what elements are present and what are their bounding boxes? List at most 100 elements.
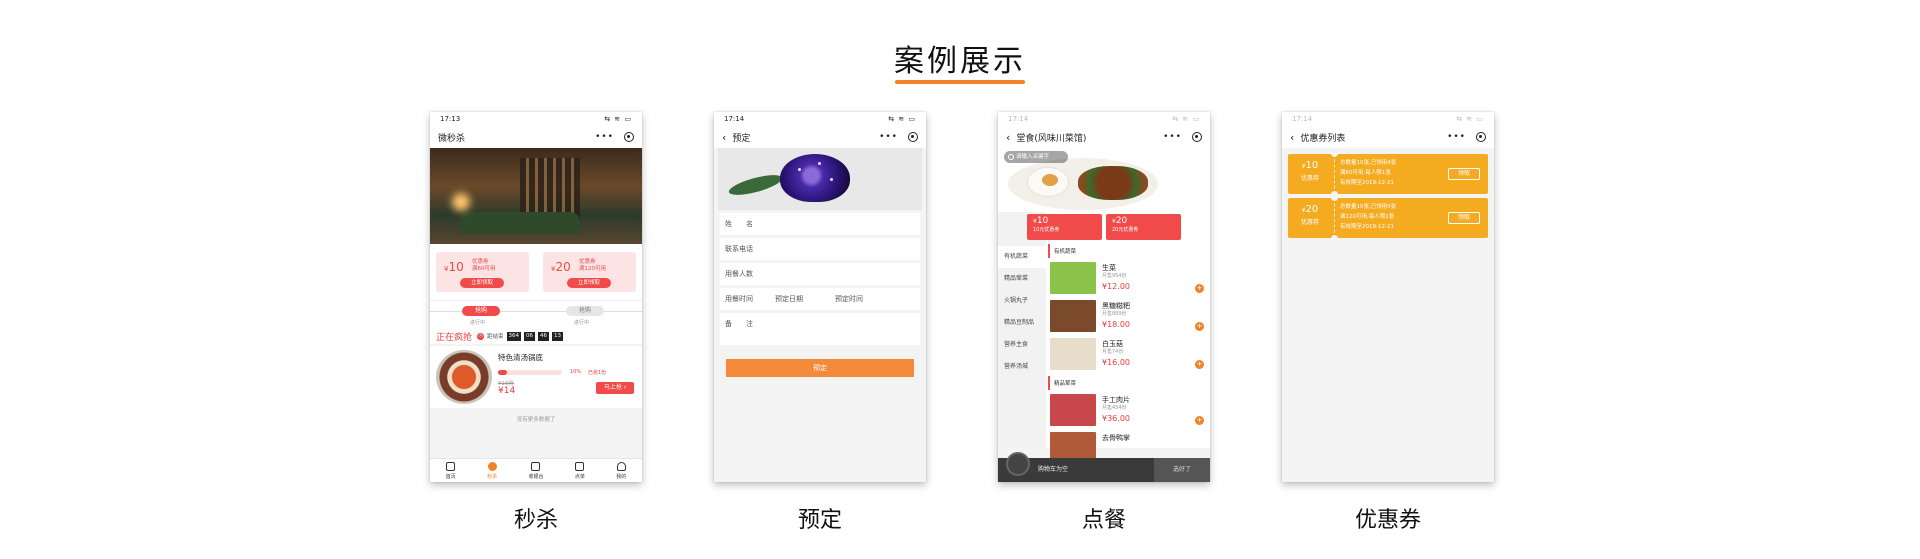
clock-icon: ◷: [477, 332, 485, 340]
more-icon[interactable]: •••: [1163, 132, 1182, 142]
tab-cashier[interactable]: 收银台: [528, 461, 543, 480]
coupon-amount: 20: [1305, 204, 1319, 215]
more-icon[interactable]: •••: [879, 132, 898, 142]
coupon-kind: 优惠券: [1300, 175, 1319, 182]
order-coupons: ¥10 10元优惠券 ¥20 20元优惠券: [998, 212, 1210, 240]
coupon-amount: 20: [555, 260, 571, 274]
page-title: 堂食(风味川菜馆): [1016, 133, 1087, 144]
close-capsule-icon[interactable]: [1476, 132, 1486, 142]
close-capsule-icon[interactable]: [624, 132, 634, 142]
dish-sales: 月售889份: [1102, 311, 1127, 317]
caption-coupons: 优惠券: [1354, 508, 1421, 533]
memo-field[interactable]: 备 注: [720, 313, 920, 345]
dish-item: 白玉菇 月售74份 ¥16.00 +: [1046, 336, 1210, 374]
add-to-cart-icon[interactable]: +: [1195, 322, 1204, 331]
date-picker[interactable]: 预定日期: [775, 294, 803, 304]
nav-bar: ‹ 堂食(风味川菜馆) •••: [998, 126, 1210, 148]
countdown-days: 364: [506, 331, 522, 341]
no-more-text: 没有更多数据了: [516, 417, 556, 423]
showcase-page: 案例展示 17:13 ⇆ ≋ ▭ 微秒杀 ••• ¥10 优惠券 满60可用 立即…: [0, 0, 1920, 559]
camera-icon: [531, 461, 541, 471]
coupon-expiry: 有效期至2019-12-21: [1340, 180, 1394, 186]
category-item[interactable]: 精品豆制品: [998, 312, 1046, 334]
time-label: 用餐时间: [725, 295, 753, 303]
tab-seckill[interactable]: 秒杀: [487, 461, 497, 480]
checkout-button[interactable]: 选好了: [1154, 458, 1210, 482]
status-bar: 17:14 ⇆ ≋ ▭: [714, 112, 926, 126]
dish-image: [1050, 300, 1096, 332]
coupon-expiry: 有效期至2019-12-21: [1340, 224, 1394, 230]
tab-order[interactable]: 点单: [575, 461, 585, 480]
phone-field[interactable]: 联系电话: [720, 238, 920, 260]
coupon-card: ¥20 优惠券 满120可用 立即领取: [543, 252, 636, 292]
session-tab[interactable]: 抢购: [566, 306, 604, 316]
coupon-row: ¥10 优惠券 满60可用 立即领取 ¥20 优惠券 满120可用 立即领取: [430, 244, 642, 300]
back-icon[interactable]: ‹: [1006, 131, 1010, 144]
category-item[interactable]: 营养汤城: [998, 356, 1046, 378]
time-picker[interactable]: 预定时间: [835, 294, 863, 304]
phone-reserve: 17:14 ⇆ ≋ ▭ ‹ 预定 ••• 姓 名 联系电话 用餐人数 用餐时间 …: [714, 112, 926, 482]
close-capsule-icon[interactable]: [1192, 132, 1202, 142]
coupon-rule: 满60可用,每人限1张: [1340, 170, 1391, 176]
name-field[interactable]: 姓 名: [720, 213, 920, 235]
cart-summary[interactable]: 购物车为空: [998, 452, 1154, 482]
buy-now-button[interactable]: 马上抢 ›: [596, 382, 634, 394]
add-to-cart-icon[interactable]: +: [1195, 284, 1204, 293]
category-item[interactable]: 营养主食: [998, 334, 1046, 356]
dish-item: 生菜 月售954份 ¥12.00 +: [1046, 260, 1210, 298]
coupon-card: ¥10 优惠券 总数量10张,已领用4张 满60可用,每人限1张 有效期至2019…: [1288, 150, 1488, 198]
dish-image: [1050, 338, 1096, 370]
dish-price: ¥12.00: [1102, 282, 1130, 291]
countdown-row: 正在疯抢 ◷ 距结束 364 06 46 13: [430, 328, 642, 344]
claim-coupon-button[interactable]: 立即领取: [460, 278, 504, 288]
dish-image: [1050, 394, 1096, 426]
signal-battery-icon: ⇆ ≋ ▭: [888, 115, 916, 123]
more-icon[interactable]: •••: [595, 132, 614, 142]
coupon-rule: 满120可用: [579, 266, 606, 272]
seckill-session-tabs: 抢购 进行中 抢购 进行中: [430, 300, 642, 328]
people-field[interactable]: 用餐人数: [720, 263, 920, 285]
bottom-tab-bar: 首页 秒杀 收银台 点单 我的: [430, 458, 642, 482]
countdown-minutes: 46: [538, 331, 550, 341]
dish-name: 去骨鸭掌: [1102, 434, 1130, 442]
user-icon: [616, 461, 626, 471]
add-to-cart-icon[interactable]: +: [1195, 416, 1204, 425]
add-to-cart-icon[interactable]: +: [1195, 360, 1204, 369]
category-item[interactable]: 有机蔬菜: [998, 246, 1046, 268]
signal-battery-icon: ⇆ ≋ ▭: [1172, 115, 1200, 123]
page-title: 微秒杀: [438, 133, 466, 144]
cart-icon: [1006, 452, 1030, 476]
time-field: 用餐时间 预定日期 预定时间: [720, 288, 920, 310]
dish-list: ¥10 10元优惠券 ¥20 20元优惠券 有机蔬菜 生菜 月售954份 ¥12.0…: [1027, 212, 1210, 464]
close-capsule-icon[interactable]: [908, 132, 918, 142]
reserve-submit-button[interactable]: 预定: [726, 359, 914, 377]
back-icon[interactable]: ‹: [1290, 131, 1294, 144]
deal-item[interactable]: 特色清汤锅底 10% 已抢1份 ¥16份 ¥14 马上抢 ›: [430, 346, 642, 408]
session-tab-sub: 进行中: [574, 320, 590, 326]
claim-button[interactable]: 领取: [1448, 212, 1480, 224]
coupon-list: ¥10 优惠券 总数量10张,已领用4张 满60可用,每人限1张 有效期至2019…: [1282, 148, 1494, 242]
caption-reserve: 预定: [797, 508, 842, 533]
category-item[interactable]: 火锅丸子: [998, 290, 1046, 312]
dish-price: ¥36.00: [1102, 414, 1130, 423]
back-icon[interactable]: ‹: [722, 131, 726, 144]
claim-coupon-button[interactable]: 立即领取: [567, 278, 611, 288]
order-coupon[interactable]: ¥20 20元优惠券: [1106, 214, 1181, 240]
status-bar: 17:13 ⇆ ≋ ▭: [430, 112, 642, 126]
order-coupon[interactable]: ¥10 10元优惠券: [1027, 214, 1102, 240]
coupon-title: 优惠券: [472, 259, 489, 265]
session-tab-active[interactable]: 抢购: [462, 306, 500, 316]
search-input[interactable]: 请输入关键字: [1004, 151, 1068, 163]
coupon-title: 优惠券: [579, 259, 596, 265]
reservation-form: 姓 名 联系电话 用餐人数 用餐时间 预定日期 预定时间 备 注: [714, 213, 926, 345]
category-item[interactable]: 精品荤菜: [998, 268, 1046, 290]
tab-mine[interactable]: 我的: [616, 461, 626, 480]
menu-area: 有机蔬菜 精品荤菜 火锅丸子 精品豆制品 营养主食 营养汤城 ¥10 10元优惠券…: [998, 212, 1210, 464]
claim-button[interactable]: 领取: [1448, 168, 1480, 180]
live-label: 正在疯抢: [436, 332, 473, 343]
tab-home[interactable]: 首页: [446, 461, 456, 480]
coupon-quantity: 总数量10张,已领用4张: [1340, 160, 1397, 166]
rose-banner-image: [718, 148, 922, 210]
more-icon[interactable]: •••: [1447, 132, 1466, 142]
section-title: 有机蔬菜: [1048, 244, 1210, 258]
